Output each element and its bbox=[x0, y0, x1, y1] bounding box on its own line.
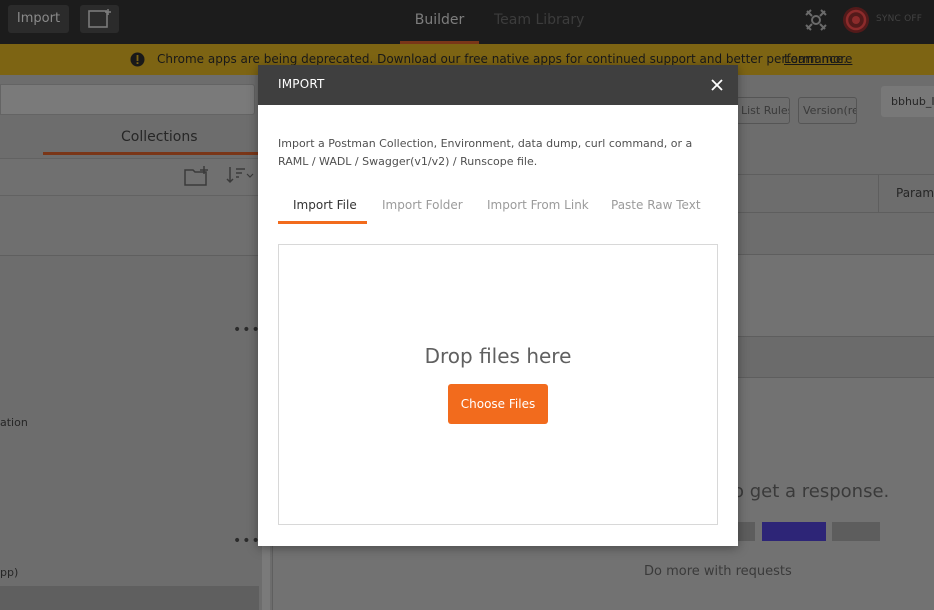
params-divider bbox=[878, 174, 879, 213]
new-window-button[interactable] bbox=[80, 5, 119, 33]
params-button[interactable]: Param bbox=[896, 186, 934, 200]
sort-icon[interactable] bbox=[226, 166, 254, 184]
alert-circle-icon bbox=[130, 52, 145, 67]
request-tabs-strip bbox=[736, 336, 934, 378]
do-more-text: Do more with requests bbox=[644, 564, 792, 579]
sync-status-icon[interactable] bbox=[841, 5, 871, 35]
tab-builder[interactable]: Builder bbox=[400, 0, 479, 44]
sidebar bbox=[0, 75, 262, 610]
active-tab-indicator bbox=[278, 221, 367, 224]
drop-files-label: Drop files here bbox=[424, 344, 572, 368]
divider bbox=[736, 254, 934, 255]
satellite-icon[interactable] bbox=[803, 7, 829, 33]
modal-description: Import a Postman Collection, Environment… bbox=[278, 137, 693, 168]
banner-message: Chrome apps are being deprecated. Downlo… bbox=[157, 52, 848, 66]
sidebar-item-label: pp) bbox=[0, 566, 19, 579]
tab-collections-indicator bbox=[43, 152, 262, 155]
sidebar-selected-row[interactable] bbox=[0, 586, 259, 610]
tab-paste-raw-text[interactable]: Paste Raw Text bbox=[611, 198, 701, 212]
placeholder-button[interactable] bbox=[738, 522, 755, 541]
file-drop-zone[interactable]: Drop files here Choose Files bbox=[278, 244, 718, 525]
tab-import-folder[interactable]: Import Folder bbox=[382, 198, 463, 212]
import-tabs: Import File Import Folder Import From Li… bbox=[278, 198, 718, 224]
more-options-icon[interactable]: ••• bbox=[233, 533, 261, 549]
list-rules-chip[interactable]: List Rules bbox=[736, 97, 790, 124]
new-window-icon bbox=[88, 9, 111, 28]
choose-files-button[interactable]: Choose Files bbox=[448, 384, 548, 424]
version-chip[interactable]: Version(re bbox=[798, 97, 857, 124]
add-folder-icon[interactable] bbox=[184, 166, 210, 186]
tab-team-library[interactable]: Team Library bbox=[494, 0, 584, 44]
tab-import-file[interactable]: Import File bbox=[293, 198, 357, 212]
modal-header: IMPORT bbox=[258, 65, 738, 105]
import-button[interactable]: Import bbox=[8, 5, 69, 33]
empty-response-text: o get a response. bbox=[733, 481, 890, 502]
sync-status-label: SYNC OFF bbox=[876, 14, 923, 24]
sidebar-search-input[interactable] bbox=[0, 84, 255, 115]
sidebar-toolbar bbox=[0, 158, 262, 196]
import-modal: IMPORT Import a Postman Collection, Envi… bbox=[258, 65, 738, 546]
tab-collections[interactable]: Collections bbox=[121, 129, 198, 145]
tab-import-from-link[interactable]: Import From Link bbox=[487, 198, 589, 212]
environment-select[interactable]: bbhub_I bbox=[881, 86, 934, 117]
top-bar: Import Builder Team Library SYNC OFF bbox=[0, 0, 934, 44]
sidebar-collection-row[interactable] bbox=[0, 196, 262, 256]
modal-title: IMPORT bbox=[278, 77, 325, 91]
placeholder-button[interactable] bbox=[832, 522, 880, 541]
tab-builder-label: Builder bbox=[414, 12, 465, 28]
sidebar-item-label: ation bbox=[0, 416, 28, 429]
close-icon[interactable] bbox=[709, 77, 725, 93]
more-options-icon[interactable]: ••• bbox=[233, 322, 261, 338]
placeholder-button[interactable] bbox=[762, 522, 826, 541]
learn-more-link[interactable]: Learn more bbox=[784, 52, 852, 66]
